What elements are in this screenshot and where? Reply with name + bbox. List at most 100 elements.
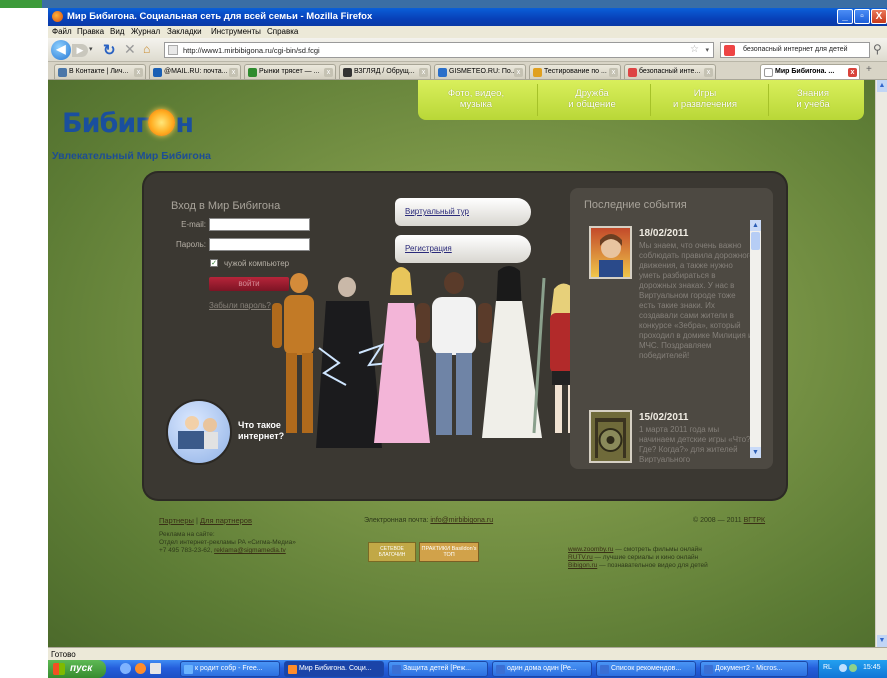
search-input[interactable]: безопасный интернет для детей xyxy=(720,42,870,58)
bookmark-star-icon[interactable]: ☆ xyxy=(690,44,699,55)
email-field[interactable] xyxy=(209,218,310,231)
tab-close-icon[interactable]: x xyxy=(229,68,238,77)
minimize-button[interactable]: _ xyxy=(837,9,853,24)
contact-email-link[interactable]: info@mirbibigona.ru xyxy=(430,517,493,524)
tab-vzglyad[interactable]: ВЗГЛЯД / Обрущ... x xyxy=(339,64,431,79)
password-field[interactable] xyxy=(209,238,310,251)
tab-close-icon[interactable]: x xyxy=(419,68,428,77)
nav-friendship[interactable]: Дружба и общение xyxy=(537,88,647,110)
what-is-internet-link[interactable]: Что такое интернет? xyxy=(238,420,284,442)
nav-knowledge[interactable]: Знания и учеба xyxy=(758,88,868,110)
back-button[interactable]: ◀ xyxy=(51,40,71,60)
close-button[interactable]: X xyxy=(871,9,887,24)
menu-view[interactable]: Вид xyxy=(110,27,124,36)
status-text: Готово xyxy=(51,650,76,659)
tab-mir-bibigona[interactable]: Мир Бибигона. ... x xyxy=(760,64,860,79)
task-dokument2[interactable]: Документ2 - Micros... xyxy=(700,661,808,677)
scroll-up-icon[interactable]: ▲ xyxy=(877,80,887,92)
scroll-up-icon[interactable]: ▲ xyxy=(750,220,761,231)
tab-mail[interactable]: @MAIL.RU: почта... x xyxy=(149,64,241,79)
tab-testing[interactable]: Тестирование по ... x xyxy=(529,64,621,79)
forgot-password-link[interactable]: Забыли пароль? xyxy=(209,301,271,310)
search-engine-icon[interactable] xyxy=(724,45,735,56)
internet-illustration[interactable] xyxy=(166,399,232,465)
start-button[interactable]: пуск xyxy=(48,660,106,678)
address-bar[interactable]: http://www1.mirbibigona.ru/cgi-bin/sd.fc… xyxy=(164,42,714,58)
menu-file[interactable]: Файл xyxy=(52,27,72,36)
task-zashchita-detey[interactable]: Защита детей [Реж... xyxy=(388,661,488,677)
foreign-computer-checkbox[interactable]: ✓ xyxy=(210,259,218,267)
url-text[interactable]: http://www1.mirbibigona.ru/cgi-bin/sd.fc… xyxy=(183,46,320,55)
forward-button[interactable]: ▶ xyxy=(72,44,88,57)
site-logo[interactable]: Бибиг н xyxy=(62,108,194,139)
site-identity-icon[interactable] xyxy=(168,45,178,55)
zoomby-link[interactable]: www.zoomby.ru xyxy=(568,546,613,553)
url-dropdown-icon[interactable]: ▾ xyxy=(705,46,709,54)
ad-email-link[interactable]: reklama@sigmamedia.tv xyxy=(214,547,286,554)
copyright-text: © 2008 — 2011 xyxy=(693,517,742,524)
tray-network-icon[interactable] xyxy=(839,664,847,672)
event-thumbnail[interactable] xyxy=(589,226,632,279)
search-value[interactable]: безопасный интернет для детей xyxy=(743,46,848,53)
bibigon-link[interactable]: Bibigon.ru xyxy=(568,562,597,569)
tab-label: @MAIL.RU: почта... xyxy=(164,68,228,75)
task-spisok[interactable]: Список рекомендов... xyxy=(596,661,696,677)
partners-link[interactable]: Партнеры xyxy=(159,516,194,525)
app-icon xyxy=(184,665,193,674)
bibigon-desc: — познавательное видео для детей xyxy=(599,562,708,569)
task-odin-doma[interactable]: один дома один [Ре... xyxy=(492,661,592,677)
menu-tools[interactable]: Инструменты xyxy=(211,27,261,36)
tab-close-icon[interactable]: x xyxy=(514,68,523,77)
scroll-down-icon[interactable]: ▼ xyxy=(750,447,761,458)
stop-icon[interactable]: ✕ xyxy=(124,41,136,58)
menu-edit[interactable]: Правка xyxy=(77,27,104,36)
virtual-tour-button[interactable]: Виртуальный тур xyxy=(395,198,531,226)
zoomby-desc: — смотреть фильмы онлайн xyxy=(615,546,702,553)
scroll-thumb[interactable] xyxy=(751,232,760,250)
language-indicator[interactable]: RL xyxy=(823,664,832,671)
reload-icon[interactable]: ↻ xyxy=(103,41,116,59)
home-icon[interactable]: ⌂ xyxy=(143,42,150,56)
tray-security-icon[interactable] xyxy=(849,664,857,672)
tab-close-icon[interactable]: x xyxy=(324,68,333,77)
tab-safe-internet[interactable]: безопасный инте... x xyxy=(624,64,716,79)
event-thumbnail[interactable] xyxy=(589,410,632,463)
tab-close-icon[interactable]: x xyxy=(609,68,618,77)
menu-history[interactable]: Журнал xyxy=(131,27,160,36)
search-icon[interactable]: ⚲ xyxy=(873,42,882,56)
vgtrk-link[interactable]: ВГТРК xyxy=(744,517,765,524)
nav-photo-video-music[interactable]: Фото, видео, музыка xyxy=(421,88,531,110)
award-badge[interactable]: СЕТЕВОЕ БЛАГОЧИН xyxy=(368,542,416,562)
tab-rynki[interactable]: Рынки трясет — ... x xyxy=(244,64,336,79)
mail-icon xyxy=(153,68,162,77)
maximize-button[interactable]: ▫ xyxy=(854,9,870,24)
tab-label: безопасный инте... xyxy=(639,68,701,75)
sun-icon xyxy=(148,109,176,136)
task-rodit-sobr[interactable]: к родит собр - Free... xyxy=(180,661,280,677)
scroll-down-icon[interactable]: ▼ xyxy=(877,635,887,647)
site-main-nav: Фото, видео, музыка Дружба и общение Игр… xyxy=(418,80,864,120)
task-mir-bibigona[interactable]: Мир Бибигона. Соци... xyxy=(284,661,384,677)
tab-close-icon[interactable]: x xyxy=(134,68,143,77)
for-partners-link[interactable]: Для партнеров xyxy=(200,516,252,525)
new-tab-button[interactable]: + xyxy=(866,64,872,75)
page-scrollbar[interactable]: ▲ ▼ xyxy=(875,80,887,647)
rutv-link[interactable]: RUTV.ru xyxy=(568,554,593,561)
tab-close-icon[interactable]: x xyxy=(848,68,857,77)
nav-games[interactable]: Игры и развлечения xyxy=(650,88,760,110)
task-label: Защита детей [Реж... xyxy=(403,665,472,672)
tab-gismeteo[interactable]: GISMETEO.RU: По... x xyxy=(434,64,526,79)
quicklaunch-firefox-icon[interactable] xyxy=(135,663,146,674)
window-title: Мир Бибигона. Социальная сеть для всей с… xyxy=(67,11,373,22)
quicklaunch-desktop-icon[interactable] xyxy=(150,663,161,674)
menu-help[interactable]: Справка xyxy=(267,27,298,36)
tab-close-icon[interactable]: x xyxy=(704,68,713,77)
history-dropdown-icon[interactable]: ▾ xyxy=(89,45,93,53)
events-scrollbar[interactable]: ▲ ▼ xyxy=(750,220,761,458)
tab-vkontakte[interactable]: В Контакте | Лич... x xyxy=(54,64,146,79)
nav-line2: и учеба xyxy=(796,99,830,110)
practice-badge[interactable]: ПРАКТИКИ Basildon's ТОП xyxy=(419,542,479,562)
quicklaunch-ie-icon[interactable] xyxy=(120,663,131,674)
tab-label: Рынки трясет — ... xyxy=(259,68,320,75)
menu-bookmarks[interactable]: Закладки xyxy=(167,27,202,36)
